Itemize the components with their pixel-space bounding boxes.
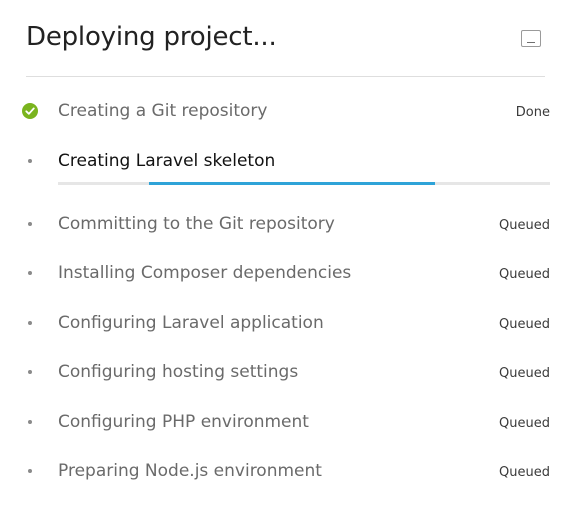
step-status: Queued xyxy=(499,317,550,332)
bullet-icon xyxy=(28,469,32,473)
step-configure-php: Configuring PHP environment Queued xyxy=(0,407,564,437)
header-divider xyxy=(26,76,545,77)
step-label: Installing Composer dependencies xyxy=(58,263,352,283)
bullet-icon xyxy=(28,222,32,226)
page-title: Deploying project... xyxy=(26,22,277,52)
step-configure-laravel: Configuring Laravel application Queued xyxy=(0,308,564,338)
step-label: Creating Laravel skeleton xyxy=(58,151,276,171)
minimize-icon xyxy=(527,42,535,43)
step-status: Queued xyxy=(499,465,550,480)
check-circle-icon xyxy=(22,103,38,119)
step-label: Configuring Laravel application xyxy=(58,313,324,333)
step-create-git-repo: Creating a Git repository Done xyxy=(0,96,564,126)
step-status: Queued xyxy=(499,218,550,233)
step-label: Configuring hosting settings xyxy=(58,362,299,382)
step-label: Committing to the Git repository xyxy=(58,214,335,234)
step-status: Queued xyxy=(499,416,550,431)
step-label: Preparing Node.js environment xyxy=(58,461,322,481)
step-commit-git: Committing to the Git repository Queued xyxy=(0,209,564,239)
minimize-button[interactable] xyxy=(521,30,541,47)
step-label: Configuring PHP environment xyxy=(58,412,309,432)
step-status: Queued xyxy=(499,267,550,282)
step-install-composer: Installing Composer dependencies Queued xyxy=(0,258,564,288)
step-status: Done xyxy=(515,105,550,120)
bullet-icon xyxy=(28,271,32,275)
bullet-icon xyxy=(28,321,32,325)
progress-fill xyxy=(149,182,435,185)
step-prepare-node: Preparing Node.js environment Queued xyxy=(0,456,564,486)
step-status: Queued xyxy=(499,366,550,381)
step-label: Creating a Git repository xyxy=(58,101,268,121)
step-configure-hosting: Configuring hosting settings Queued xyxy=(0,357,564,387)
bullet-icon xyxy=(28,420,32,424)
step-create-laravel-skeleton: Creating Laravel skeleton xyxy=(0,146,564,176)
bullet-icon xyxy=(28,159,32,163)
progress-bar xyxy=(58,182,550,185)
bullet-icon xyxy=(28,370,32,374)
